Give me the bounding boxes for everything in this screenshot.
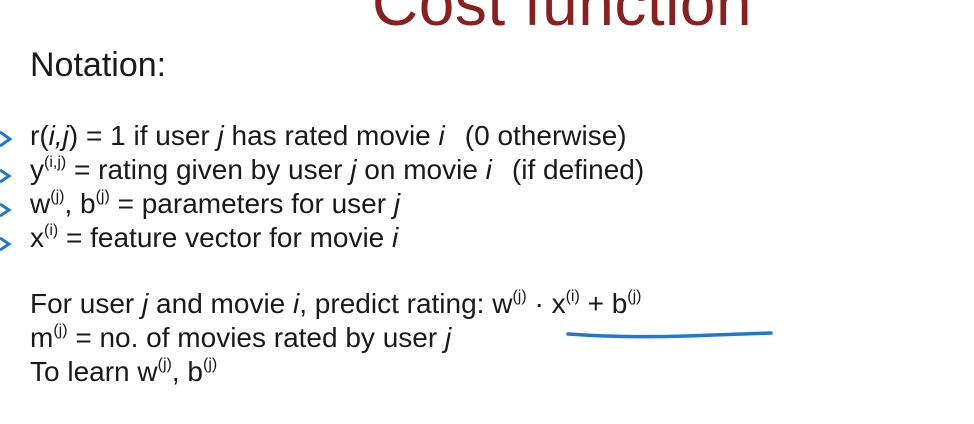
notation-w-b: w(j), b(j) = parameters for user j (30, 188, 401, 219)
pen-mark-icon (0, 130, 12, 148)
pen-mark-icon (0, 202, 12, 218)
prediction-line: For user j and movie i, predict rating: … (30, 288, 642, 319)
handwritten-underline (566, 331, 773, 339)
notation-m: m(j) = no. of movies rated by user j (30, 322, 452, 353)
pen-mark-icon (0, 168, 12, 184)
to-learn-line: To learn w(j), b(j) (30, 356, 218, 387)
prediction-formula: w(j) · x(i) + b(j) (492, 288, 642, 319)
notation-heading: Notation: (30, 46, 167, 84)
notation-r: r(i,j) = 1 if user j has rated movie i (0… (30, 120, 627, 151)
slide-title: Cost function (372, 0, 753, 39)
notation-x: x(i) = feature vector for movie i (30, 222, 399, 253)
pen-mark-icon (0, 236, 12, 252)
notation-y: y(i,j) = rating given by user j on movie… (30, 154, 645, 185)
